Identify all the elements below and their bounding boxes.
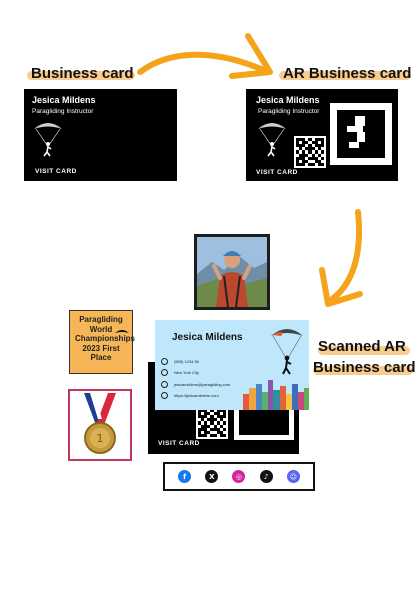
award-paraglider-icon bbox=[115, 330, 129, 333]
x-icon[interactable]: X bbox=[205, 470, 219, 483]
back-ar-marker-icon bbox=[234, 410, 294, 440]
ar-card-name: Jesica Mildens bbox=[256, 95, 320, 105]
phone-text: (555) 1234 56 bbox=[174, 359, 199, 364]
email-icon bbox=[161, 381, 168, 388]
discord-icon[interactable]: ☺ bbox=[286, 470, 300, 483]
location-icon bbox=[161, 369, 168, 376]
email-row: jesicamildens@paragliding.com bbox=[161, 381, 230, 388]
arrow-to-scanned bbox=[325, 209, 363, 305]
ar-marker-icon bbox=[330, 103, 392, 165]
ar-business-card-label: AR Business card bbox=[283, 65, 412, 82]
city-text: New York City bbox=[174, 370, 199, 375]
card-title: Paragliding Instructor bbox=[32, 108, 94, 115]
ar-business-card: Jesica Mildens Paragliding Instructor VI… bbox=[246, 89, 398, 181]
city-row: New York City bbox=[161, 369, 199, 376]
business-card-label: Business card bbox=[31, 65, 134, 82]
ar-card-title: Paragliding Instructor bbox=[258, 108, 320, 115]
card-visit-text: VISIT CARD bbox=[35, 168, 77, 175]
globe-icon bbox=[161, 392, 168, 399]
ar-card-visit-text: VISIT CARD bbox=[256, 169, 298, 176]
instructor-photo bbox=[194, 234, 270, 310]
paraglider-icon bbox=[34, 123, 62, 157]
phone-row: (555) 1234 56 bbox=[161, 358, 199, 365]
scanned-business-card: Jesica Mildens (555) 1234 56 New York Ci… bbox=[155, 320, 309, 410]
medal-image: 1 bbox=[68, 389, 132, 461]
card-name: Jesica Mildens bbox=[32, 95, 96, 105]
instagram-icon[interactable]: ◎ bbox=[232, 470, 246, 483]
facebook-icon[interactable]: f bbox=[178, 470, 192, 483]
ar-paraglider-icon bbox=[258, 123, 286, 157]
scanned-label-line1: Scanned AR bbox=[318, 338, 406, 355]
tiktok-icon[interactable]: ♪ bbox=[259, 470, 273, 483]
qr-code-icon bbox=[294, 136, 326, 168]
website-row: https://jesicamildens.com bbox=[161, 392, 219, 399]
website-text: https://jesicamildens.com bbox=[174, 393, 219, 398]
phone-icon bbox=[161, 358, 168, 365]
business-card: Jesica Mildens Paragliding Instructor VI… bbox=[24, 89, 177, 181]
back-card-visit-text: VISIT CARD bbox=[158, 440, 200, 447]
award-badge: Paragliding World Championships 2023 Fir… bbox=[69, 310, 135, 374]
city-skyline-image bbox=[243, 380, 309, 410]
scanned-label-line2: Business card bbox=[313, 359, 416, 376]
arrow-to-ar-card bbox=[137, 51, 271, 75]
email-text: jesicamildens@paragliding.com bbox=[174, 382, 231, 387]
back-qr-code-icon bbox=[196, 407, 228, 439]
scanned-paraglider-icon bbox=[271, 329, 303, 375]
svg-text:1: 1 bbox=[97, 432, 104, 445]
scanned-card-name: Jesica Mildens bbox=[172, 332, 243, 343]
social-links-bar: f X ◎ ♪ ☺ bbox=[163, 462, 315, 491]
